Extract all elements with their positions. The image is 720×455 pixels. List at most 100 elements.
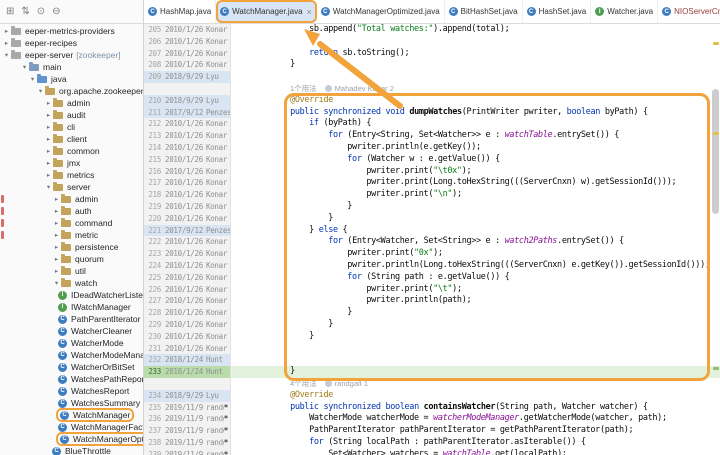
line-number[interactable]: 220 — [144, 213, 161, 225]
chevron-right-icon[interactable]: ▸ — [52, 231, 61, 239]
chevron-down-icon[interactable]: ▾ — [52, 279, 61, 287]
line-number[interactable]: 209 — [144, 71, 161, 83]
line-number[interactable]: 205 — [144, 24, 161, 36]
tree-item-watch[interactable]: ▾ watch — [0, 277, 143, 289]
chevron-right-icon[interactable]: ▸ — [44, 123, 53, 131]
line-number[interactable]: 236 — [144, 413, 161, 425]
tree-item-admin[interactable]: ▸ admin — [0, 97, 143, 109]
code-line-209[interactable]: 209 2018/9/29 Lyu — [144, 71, 720, 83]
tab-BitHashSet.java[interactable]: C BitHashSet.java — [445, 0, 523, 23]
tree-item-metric[interactable]: ▸ metric — [0, 229, 143, 241]
usage-inlay-row[interactable]: 4个用法 randgalt 1 — [144, 377, 720, 390]
line-number[interactable]: 215 — [144, 154, 161, 166]
code-line-234[interactable]: 234 2018/9/29 Lyu @Override — [144, 389, 720, 402]
code-line-213[interactable]: 213 2010/1/26 Konar for (Entry<String, Set… — [144, 130, 720, 142]
chevron-down-icon[interactable]: ▾ — [36, 87, 45, 95]
tree-item-eeper-metrics-providers[interactable]: ▸ eeper-metrics-providers — [0, 25, 143, 37]
tree-item-WatchManagerFactory[interactable]: C WatchManagerFactory — [0, 421, 143, 433]
line-number[interactable]: 221 — [144, 225, 161, 237]
code-line-210[interactable]: 210 2018/9/29 Lyu @Override — [144, 94, 720, 107]
tab-Watcher.java[interactable]: I Watcher.java — [591, 0, 659, 23]
tree-item-PathParentIterator[interactable]: C PathParentIterator — [0, 313, 143, 325]
line-number[interactable]: 235 — [144, 402, 161, 414]
code-line-208[interactable]: 208 2010/1/26 Konar } — [144, 59, 720, 72]
chevron-down-icon[interactable]: ▾ — [20, 63, 29, 71]
code-line-238[interactable]: 238 2019/11/9randgalt* for (String localP… — [144, 436, 720, 449]
tree-item-quorum[interactable]: ▸ quorum — [0, 253, 143, 265]
tree-item-server[interactable]: ▾ server — [0, 181, 143, 193]
tree-item-WatchesReport[interactable]: C WatchesReport — [0, 385, 143, 397]
tree-item-admin[interactable]: ▸ admin — [0, 193, 143, 205]
code-line-227[interactable]: 227 2010/1/26 Konar pwriter.println(path); — [144, 295, 720, 308]
chevron-down-icon[interactable]: ▾ — [2, 51, 11, 59]
tab-HashSet.java[interactable]: C HashSet.java — [523, 0, 592, 23]
line-number[interactable]: 213 — [144, 130, 161, 142]
tree-item-auth[interactable]: ▸ auth — [0, 205, 143, 217]
line-number[interactable]: 226 — [144, 284, 161, 296]
tree-item-BlueThrottle[interactable]: C BlueThrottle — [0, 445, 143, 455]
chevron-right-icon[interactable]: ▸ — [44, 111, 53, 119]
tree-item-java[interactable]: ▾ java — [0, 73, 143, 85]
usage-count[interactable]: 4个用法 — [290, 379, 317, 388]
usage-inlay-row[interactable]: 1个用法 Mahadev Konar 2 — [144, 82, 720, 95]
line-number[interactable]: 231 — [144, 343, 161, 355]
locate-file-icon[interactable]: ⊙ — [37, 6, 45, 17]
error-stripe-mark[interactable] — [713, 132, 719, 135]
line-number[interactable]: 230 — [144, 331, 161, 343]
chevron-right-icon[interactable]: ▸ — [52, 195, 61, 203]
code-line-230[interactable]: 230 2010/1/26 Konar } — [144, 330, 720, 343]
tree-item-WatcherOrBitSet[interactable]: C WatcherOrBitSet — [0, 361, 143, 373]
line-number[interactable]: 207 — [144, 48, 161, 60]
line-number[interactable]: 206 — [144, 36, 161, 48]
usage-count[interactable]: 1个用法 — [290, 84, 317, 93]
scrollbar-thumb[interactable] — [712, 89, 719, 214]
tree-item-eeper-server[interactable]: ▾ eeper-server [zookeeper] — [0, 49, 143, 61]
chevron-down-icon[interactable]: ▾ — [44, 183, 53, 191]
line-number[interactable]: 229 — [144, 319, 161, 331]
code-line-211[interactable]: 211 2017/9/12 Penzes public synchronized v… — [144, 106, 720, 119]
code-line-226[interactable]: 226 2010/1/26 Konar pwriter.print("\t"); — [144, 283, 720, 296]
tree-item-WatcherMode[interactable]: C WatcherMode — [0, 337, 143, 349]
code-line-221[interactable]: 221 2017/9/12 Penzes } else { — [144, 224, 720, 237]
code-line-217[interactable]: 217 2010/1/26 Konar pwriter.print(Long.toH… — [144, 177, 720, 190]
code-line-237[interactable]: 237 2019/11/9randgalt* PathParentIterator… — [144, 425, 720, 437]
chevron-right-icon[interactable]: ▸ — [52, 243, 61, 251]
line-number[interactable]: 239 — [144, 449, 161, 455]
tree-item-client[interactable]: ▸ client — [0, 133, 143, 145]
tree-item-eeper-recipes[interactable]: ▸ eeper-recipes — [0, 37, 143, 49]
tree-item-metrics[interactable]: ▸ metrics — [0, 169, 143, 181]
tab-HashMap.java[interactable]: C HashMap.java — [144, 0, 217, 23]
code-line-205[interactable]: 205 2010/1/26 Konar sb.append("Total watch… — [144, 24, 720, 36]
line-number[interactable]: 234 — [144, 390, 161, 402]
code-line-215[interactable]: 215 2010/1/26 Konar for (Watcher w : e.get… — [144, 153, 720, 166]
line-number[interactable]: 227 — [144, 295, 161, 307]
line-number[interactable]: 210 — [144, 95, 161, 107]
code-line-224[interactable]: 224 2010/1/26 Konar pwriter.println(Long.t… — [144, 259, 720, 272]
code-line-235[interactable]: 235 2019/11/9randgalt* public synchronize… — [144, 401, 720, 414]
chevron-down-icon[interactable]: ▾ — [28, 75, 37, 83]
chevron-right-icon[interactable]: ▸ — [52, 219, 61, 227]
tree-item-main[interactable]: ▾ main — [0, 61, 143, 73]
tree-item-WatchManager[interactable]: C WatchManager — [0, 408, 143, 422]
code-line-229[interactable]: 229 2010/1/26 Konar } — [144, 318, 720, 331]
tree-item-WatchesSummary[interactable]: C WatchesSummary — [0, 397, 143, 409]
sort-icon[interactable]: ⇅ — [21, 6, 29, 17]
line-number[interactable]: 233 — [144, 366, 161, 378]
tree-item-audit[interactable]: ▸ audit — [0, 109, 143, 121]
tree-item-jmx[interactable]: ▸ jmx — [0, 157, 143, 169]
chevron-right-icon[interactable]: ▸ — [52, 255, 61, 263]
inlay-author[interactable]: Mahadev Konar 2 — [335, 84, 394, 93]
tree-item-WatcherCleaner[interactable]: C WatcherCleaner — [0, 325, 143, 337]
line-number[interactable]: 222 — [144, 236, 161, 248]
code-line-212[interactable]: 212 2010/1/26 Konar if (byPath) { — [144, 118, 720, 131]
line-number[interactable]: 225 — [144, 272, 161, 284]
tree-item-util[interactable]: ▸ util — [0, 265, 143, 277]
line-number[interactable]: 219 — [144, 201, 161, 213]
tree-item-WatchManagerOptimizec[interactable]: C WatchManagerOptimizec — [0, 432, 143, 446]
code-line-233[interactable]: 233 2018/1/24 Hunt } — [144, 366, 720, 378]
line-number[interactable]: 216 — [144, 166, 161, 178]
line-number[interactable]: 208 — [144, 59, 161, 71]
tab-NIOServerCnxn.java[interactable]: CNIOServerCnxn.java× — [658, 0, 720, 23]
project-view-icon[interactable]: ⊞ — [6, 6, 14, 17]
code-line-232[interactable]: 232 2018/1/24 Hunt — [144, 354, 720, 367]
